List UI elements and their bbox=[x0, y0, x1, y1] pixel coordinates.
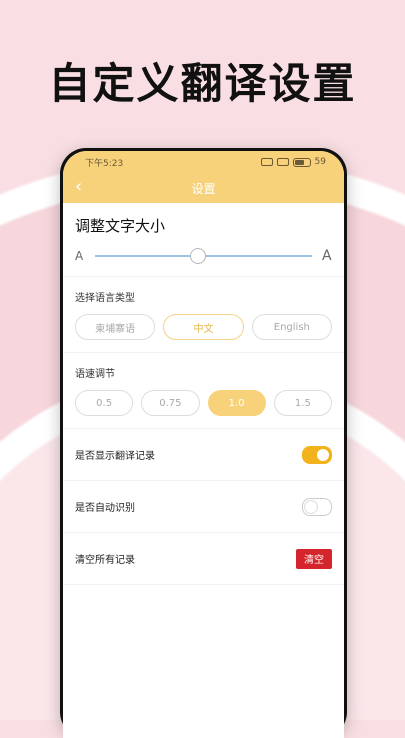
status-icons: 59 bbox=[260, 157, 326, 167]
signal-icon bbox=[260, 158, 273, 166]
show-history-row: 是否显示翻译记录 bbox=[63, 429, 344, 481]
speed-option-1-5[interactable]: 1.5 bbox=[273, 390, 332, 416]
auto-detect-toggle[interactable] bbox=[302, 497, 332, 516]
chevron-left-icon[interactable]: ‹ bbox=[75, 176, 82, 197]
speed-label: 语速调节 bbox=[75, 369, 115, 380]
language-section: 选择语言类型 柬埔寨语 中文 English bbox=[63, 277, 344, 353]
nav-bar: ‹ 设置 bbox=[63, 173, 344, 203]
speed-option-0-5[interactable]: 0.5 bbox=[75, 390, 134, 416]
font-size-title: 调整文字大小 bbox=[75, 217, 166, 235]
clear-history-row: 清空所有记录 清空 bbox=[63, 533, 344, 585]
page-title: 设置 bbox=[191, 181, 216, 196]
font-size-slider-thumb[interactable] bbox=[190, 248, 207, 264]
language-label: 选择语言类型 bbox=[75, 293, 135, 304]
font-size-section: 调整文字大小 A A bbox=[63, 203, 344, 277]
top-bar: 下午5:23 59 ‹ 设置 bbox=[63, 151, 344, 203]
language-options: 柬埔寨语 中文 English bbox=[75, 314, 332, 340]
status-time: 下午5:23 bbox=[85, 158, 124, 169]
speed-options: 0.5 0.75 1.0 1.5 bbox=[75, 390, 332, 416]
speed-option-0-75[interactable]: 0.75 bbox=[141, 390, 200, 416]
app-screen: 下午5:23 59 ‹ 设置 调整文字大小 A A 选择语言类型 柬埔寨语 中文… bbox=[63, 151, 344, 738]
language-option-english[interactable]: English bbox=[251, 314, 332, 340]
large-font-label: A bbox=[322, 248, 332, 264]
phone-frame: 下午5:23 59 ‹ 设置 调整文字大小 A A 选择语言类型 柬埔寨语 中文… bbox=[60, 148, 347, 738]
language-option-khmer[interactable]: 柬埔寨语 bbox=[75, 314, 156, 340]
toggle-knob bbox=[304, 499, 318, 514]
auto-detect-label: 是否自动识别 bbox=[75, 503, 135, 514]
status-bar: 下午5:23 59 bbox=[63, 151, 344, 173]
battery-level: 59 bbox=[314, 157, 326, 167]
show-history-toggle[interactable] bbox=[302, 445, 332, 464]
speed-option-1-0[interactable]: 1.0 bbox=[207, 390, 266, 416]
show-history-label: 是否显示翻译记录 bbox=[75, 451, 155, 462]
wifi-icon bbox=[276, 158, 289, 166]
language-option-chinese[interactable]: 中文 bbox=[163, 314, 244, 340]
clear-history-label: 清空所有记录 bbox=[75, 555, 135, 566]
hero-title: 自定义翻译设置 bbox=[48, 59, 357, 108]
speed-section: 语速调节 0.5 0.75 1.0 1.5 bbox=[63, 353, 344, 429]
font-size-slider[interactable] bbox=[95, 248, 312, 264]
auto-detect-row: 是否自动识别 bbox=[63, 481, 344, 533]
battery-icon bbox=[292, 157, 311, 167]
font-size-slider-row: A A bbox=[75, 248, 332, 264]
clear-history-button[interactable]: 清空 bbox=[296, 548, 332, 569]
toggle-knob bbox=[316, 447, 330, 462]
small-font-label: A bbox=[75, 249, 84, 263]
